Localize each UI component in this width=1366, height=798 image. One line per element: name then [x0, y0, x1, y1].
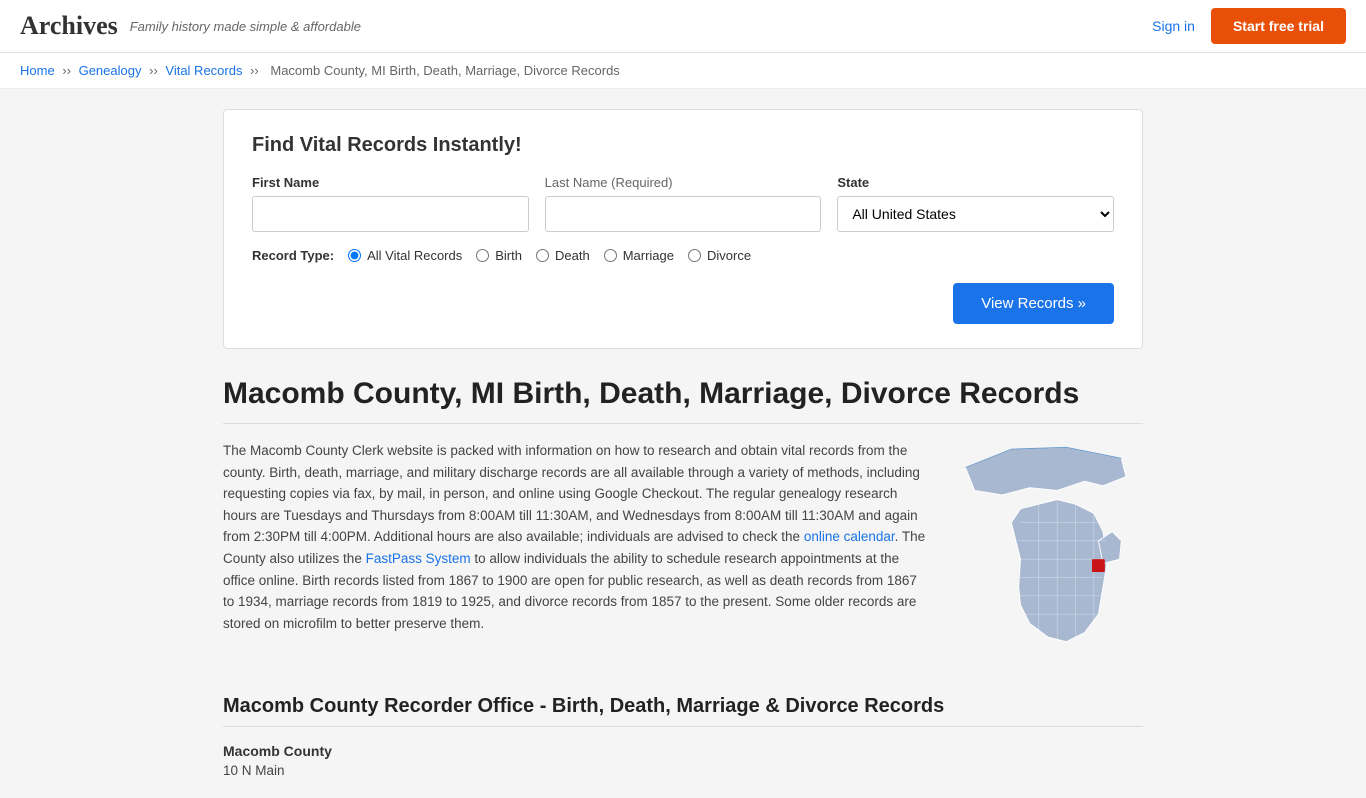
- header-right: Sign in Start free trial: [1152, 8, 1346, 44]
- state-group: State All United States Alabama Alaska A…: [837, 175, 1114, 232]
- radio-divorce[interactable]: Divorce: [688, 248, 751, 263]
- header-left: Archives Family history made simple & af…: [20, 11, 361, 41]
- page-title: Macomb County, MI Birth, Death, Marriage…: [223, 377, 1143, 424]
- tagline: Family history made simple & affordable: [130, 19, 361, 34]
- main-content: Find Vital Records Instantly! First Name…: [203, 89, 1163, 798]
- content-text: The Macomb County Clerk website is packe…: [223, 440, 929, 663]
- header: Archives Family history made simple & af…: [0, 0, 1366, 53]
- breadcrumb-current: Macomb County, MI Birth, Death, Marriage…: [270, 63, 619, 78]
- section-heading: Macomb County Recorder Office - Birth, D…: [223, 695, 1143, 727]
- sign-in-link[interactable]: Sign in: [1152, 18, 1195, 34]
- first-name-input[interactable]: [252, 196, 529, 232]
- view-records-button[interactable]: View Records »: [953, 283, 1114, 324]
- record-type-label: Record Type:: [252, 248, 334, 263]
- last-name-input[interactable]: [545, 196, 822, 232]
- radio-death[interactable]: Death: [536, 248, 590, 263]
- breadcrumb-home[interactable]: Home: [20, 63, 55, 78]
- address-line: 10 N Main: [223, 763, 1143, 778]
- county-name: Macomb County: [223, 743, 1143, 759]
- fastpass-link[interactable]: FastPass System: [366, 551, 471, 566]
- search-box: Find Vital Records Instantly! First Name…: [223, 109, 1143, 349]
- form-row: First Name Last Name (Required) State Al…: [252, 175, 1114, 232]
- first-name-group: First Name: [252, 175, 529, 232]
- start-trial-button[interactable]: Start free trial: [1211, 8, 1346, 44]
- breadcrumb-genealogy[interactable]: Genealogy: [79, 63, 142, 78]
- online-calendar-link[interactable]: online calendar: [804, 529, 895, 544]
- radio-birth[interactable]: Birth: [476, 248, 522, 263]
- breadcrumb-vital-records[interactable]: Vital Records: [165, 63, 242, 78]
- radio-all-vital[interactable]: All Vital Records: [348, 248, 462, 263]
- state-label: State: [837, 175, 1114, 190]
- state-select[interactable]: All United States Alabama Alaska Arizona…: [837, 196, 1114, 232]
- last-name-group: Last Name (Required): [545, 175, 822, 232]
- btn-row: View Records »: [252, 283, 1114, 324]
- last-name-label: Last Name (Required): [545, 175, 822, 190]
- content-area: The Macomb County Clerk website is packe…: [223, 440, 1143, 663]
- michigan-map-container: [953, 440, 1143, 663]
- record-type-row: Record Type: All Vital Records Birth Dea…: [252, 248, 1114, 263]
- radio-marriage[interactable]: Marriage: [604, 248, 674, 263]
- breadcrumb: Home ›› Genealogy ›› Vital Records ›› Ma…: [0, 53, 1366, 89]
- michigan-map-svg: [953, 440, 1143, 660]
- logo: Archives: [20, 11, 118, 41]
- first-name-label: First Name: [252, 175, 529, 190]
- search-title: Find Vital Records Instantly!: [252, 134, 1114, 157]
